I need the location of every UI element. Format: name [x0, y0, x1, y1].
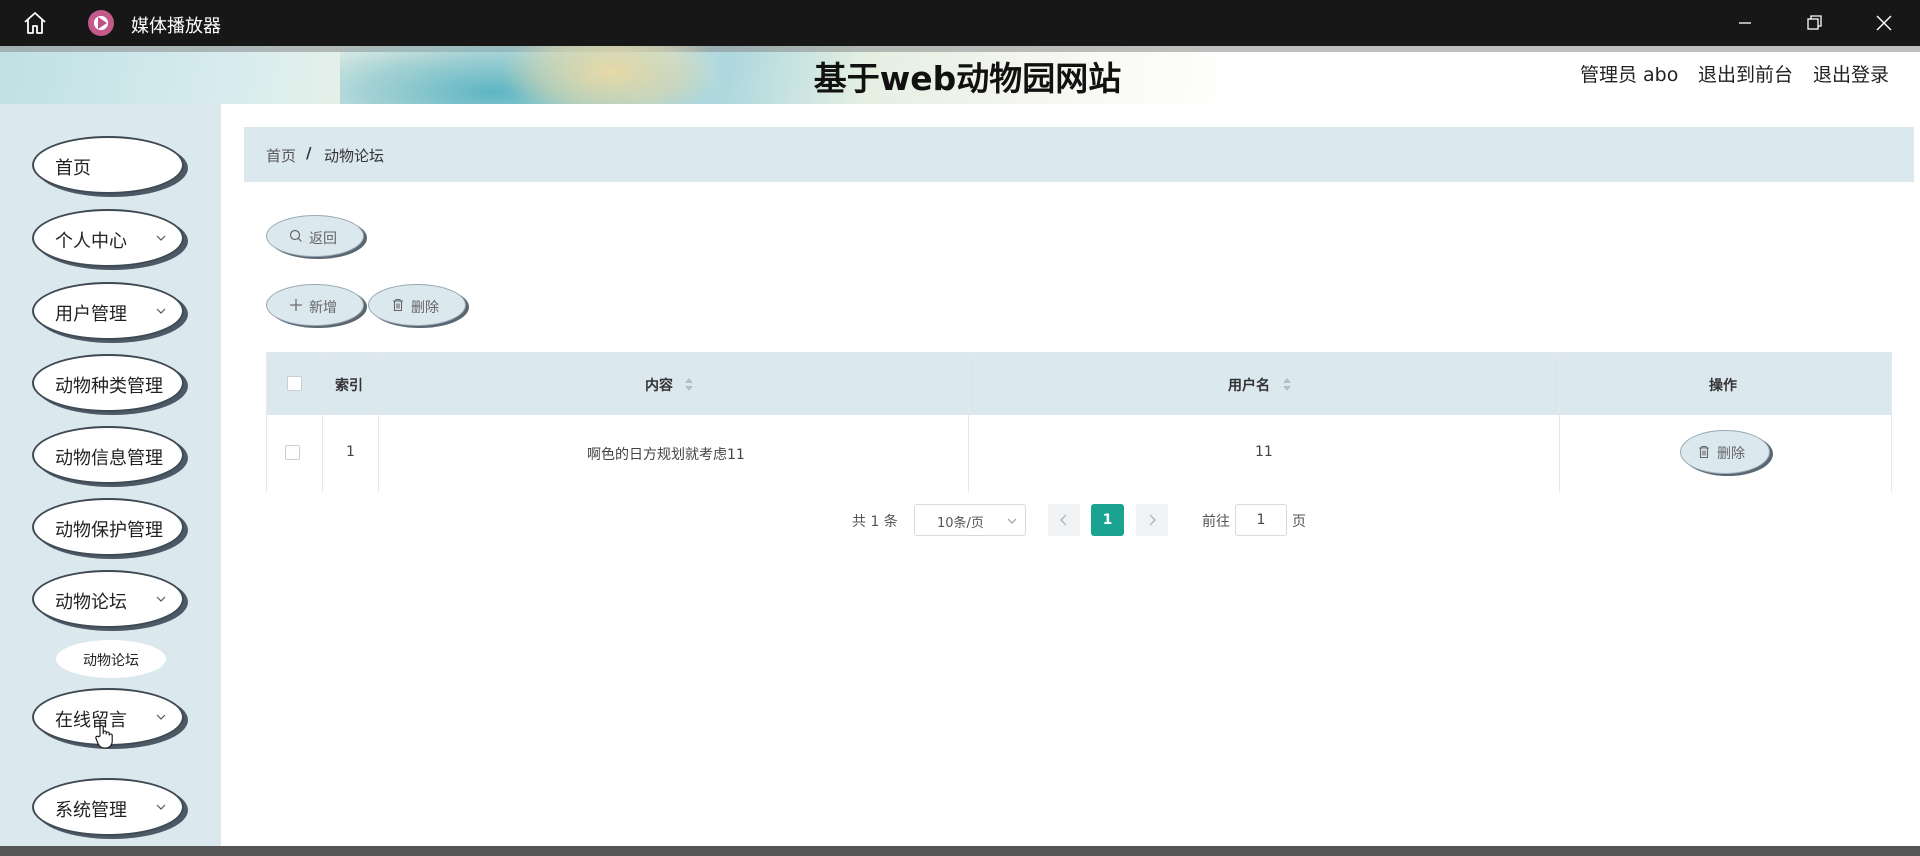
chevron-down-icon [156, 308, 166, 314]
chevron-down-icon [156, 235, 166, 241]
column-header-actions: 操作 [1709, 378, 1737, 394]
home-icon[interactable] [22, 11, 48, 35]
row-content: 啊色的日方规划就考虑11 [587, 447, 745, 463]
window-bottom-edge [0, 846, 1920, 856]
sidebar-item-animal-forum[interactable]: 动物论坛 [32, 570, 184, 628]
minimize-icon[interactable] [1732, 10, 1758, 36]
plus-icon [290, 299, 302, 311]
window-titlebar: 媒体播放器 [0, 0, 1920, 46]
breadcrumb-current: 动物论坛 [324, 147, 385, 165]
close-icon[interactable] [1871, 10, 1897, 36]
column-header-username[interactable]: 用户名 [1228, 375, 1270, 395]
chevron-down-icon [1007, 518, 1017, 524]
back-button[interactable]: 返回 [266, 215, 364, 257]
page-size-select[interactable]: 10条/页 [914, 504, 1026, 536]
forum-table: 索引 内容 用户名 操作 1 啊色的日方规划就考虑11 11 [266, 352, 1892, 492]
row-delete-label: 删除 [1717, 446, 1745, 462]
chevron-down-icon [156, 714, 166, 720]
admin-user-label: 管理员 abo [1580, 64, 1679, 86]
restore-icon[interactable] [1801, 10, 1827, 36]
column-header-content[interactable]: 内容 [645, 375, 673, 395]
sidebar-item-user-management[interactable]: 用户管理 [32, 282, 184, 340]
pagination-total: 共 1 条 [852, 514, 898, 530]
sort-icon[interactable] [685, 378, 693, 392]
table-header: 索引 内容 用户名 操作 [267, 353, 1891, 415]
next-page-button[interactable] [1136, 504, 1168, 536]
row-checkbox[interactable] [285, 445, 300, 460]
sidebar-item-system-management[interactable]: 系统管理 [32, 778, 184, 836]
sidebar-item-label: 动物种类管理 [55, 376, 163, 397]
goto-page-input[interactable]: 1 [1235, 504, 1287, 536]
trash-icon [393, 298, 403, 312]
search-icon [289, 229, 302, 242]
back-button-label: 返回 [309, 231, 337, 247]
column-divider [378, 353, 379, 492]
sidebar-item-label: 在线留言 [55, 710, 127, 731]
sidebar-item-animal-protection[interactable]: 动物保护管理 [32, 498, 184, 556]
chevron-down-icon [156, 596, 166, 602]
window-title: 媒体播放器 [131, 16, 221, 37]
sidebar-item-animal-info[interactable]: 动物信息管理 [32, 426, 184, 484]
sort-icon[interactable] [1283, 378, 1291, 392]
sidebar-item-label: 动物信息管理 [55, 448, 163, 469]
sidebar-item-home[interactable]: 首页 [32, 136, 184, 194]
sidebar-subitem-animal-forum[interactable]: 动物论坛 [56, 640, 166, 678]
sidebar-item-label: 用户管理 [55, 304, 127, 325]
sidebar-item-label: 动物保护管理 [55, 520, 163, 541]
sidebar-subitem-label: 动物论坛 [83, 653, 139, 669]
row-delete-button[interactable]: 删除 [1680, 430, 1770, 474]
page-suffix-label: 页 [1292, 514, 1306, 530]
sidebar-item-label: 个人中心 [55, 231, 127, 252]
sidebar-item-label: 动物论坛 [55, 592, 127, 613]
goto-label: 前往 [1202, 514, 1230, 530]
media-player-app-icon [88, 10, 114, 36]
sidebar-item-label: 首页 [55, 158, 91, 179]
chevron-down-icon [156, 804, 166, 810]
site-header: 基于web动物园网站 管理员 abo 退出到前台 退出登录 [0, 46, 1920, 104]
page-size-value: 10条/页 [937, 516, 984, 531]
delete-button[interactable]: 删除 [368, 284, 466, 326]
trash-icon [1699, 445, 1709, 459]
exit-to-front-link[interactable]: 退出到前台 [1698, 60, 1793, 87]
row-index: 1 [346, 444, 355, 460]
add-button[interactable]: 新增 [266, 284, 364, 326]
table-row: 1 啊色的日方规划就考虑11 11 [267, 415, 1891, 492]
row-username: 11 [1255, 444, 1273, 460]
breadcrumb-home[interactable]: 首页 [266, 145, 296, 166]
column-divider [968, 353, 969, 492]
delete-button-label: 删除 [411, 300, 439, 316]
hand-cursor-icon [95, 724, 113, 749]
breadcrumb: 首页 / 动物论坛 [244, 127, 1914, 182]
chevron-left-icon [1060, 514, 1067, 526]
column-divider [1559, 353, 1560, 492]
page-number-current[interactable]: 1 [1091, 504, 1124, 536]
sidebar-item-animal-species[interactable]: 动物种类管理 [32, 354, 184, 412]
sidebar-item-label: 系统管理 [55, 800, 127, 821]
add-button-label: 新增 [309, 300, 337, 316]
chevron-right-icon [1149, 514, 1156, 526]
logout-link[interactable]: 退出登录 [1813, 60, 1889, 87]
breadcrumb-separator: / [306, 144, 312, 162]
prev-page-button[interactable] [1048, 504, 1080, 536]
select-all-checkbox[interactable] [287, 376, 302, 391]
sidebar-item-personal-center[interactable]: 个人中心 [32, 209, 184, 267]
column-header-index: 索引 [335, 378, 363, 394]
column-divider [322, 353, 323, 492]
